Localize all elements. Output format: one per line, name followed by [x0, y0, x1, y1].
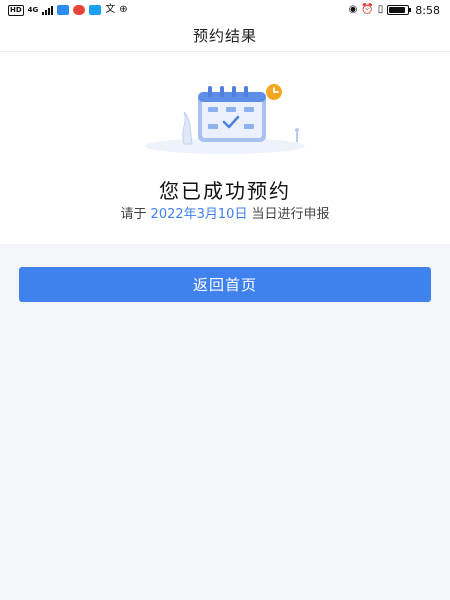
chat-app-icon	[57, 5, 70, 15]
back-to-home-button[interactable]: 返回首页	[19, 267, 431, 302]
status-bar-left: HD 4G 文 ⊕	[8, 4, 128, 16]
result-card: 您已成功预约 请于 2022年3月10日 当日进行申报	[0, 52, 450, 244]
result-instruction: 请于 2022年3月10日 当日进行申报	[0, 203, 450, 222]
appointment-date: 2022年3月10日	[150, 207, 248, 222]
vibrate-icon: ▯	[377, 4, 384, 15]
instruction-suffix: 当日进行申报	[251, 207, 330, 222]
status-bar: HD 4G 文 ⊕ ◉ ⏰ ▯ 8:58	[0, 0, 450, 20]
success-title: 您已成功预约	[159, 179, 291, 203]
translate-icon: 文	[105, 4, 116, 15]
calendar-success-illustration	[145, 84, 305, 154]
qq-icon	[89, 5, 102, 15]
battery-icon	[387, 5, 412, 15]
page-title: 预约结果	[192, 27, 257, 45]
battery-fill	[389, 7, 406, 13]
hd-icon: HD	[8, 4, 24, 16]
browser-icon: ⊕	[119, 4, 128, 15]
eye-icon: ◉	[348, 4, 358, 15]
calendar-icon	[198, 86, 266, 142]
clock-icon	[266, 84, 282, 100]
figure-icon	[295, 128, 299, 132]
instruction-prefix: 请于	[120, 207, 147, 222]
status-time: 8:58	[415, 3, 440, 17]
alarm-icon: ⏰	[361, 4, 374, 15]
network-type-label: 4G	[27, 6, 39, 14]
plant-icon	[182, 111, 193, 145]
weibo-icon	[73, 5, 86, 15]
status-bar-right: ◉ ⏰ ▯ 8:58	[349, 4, 440, 17]
signal-icon	[42, 5, 54, 15]
nav-header: 预约结果	[0, 20, 450, 52]
